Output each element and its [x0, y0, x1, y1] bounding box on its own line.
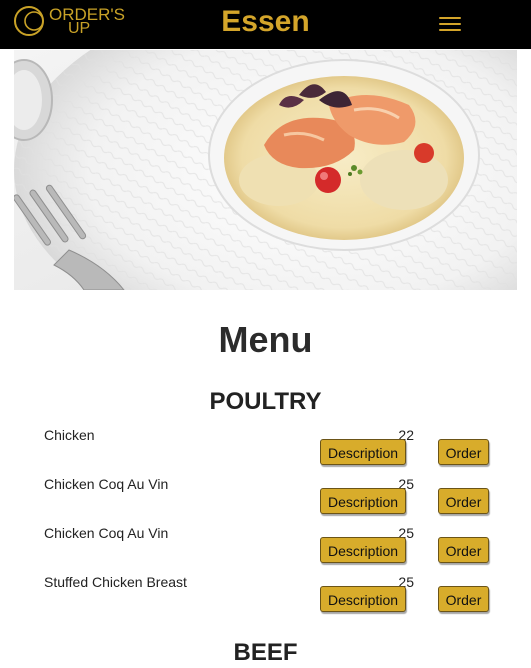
menu-item: Stuffed Chicken Breast 25 Description Or…	[0, 574, 531, 623]
item-name: Chicken Coq Au Vin	[44, 525, 169, 541]
page-title: Menu	[218, 319, 313, 360]
description-button[interactable]: Description	[320, 439, 406, 465]
item-name: Stuffed Chicken Breast	[44, 574, 187, 590]
dish-photo	[14, 50, 517, 290]
section-title-beef: BEEF	[233, 639, 298, 666]
order-button[interactable]: Order	[438, 586, 489, 612]
menu-item: Chicken 22 Description Order	[0, 427, 531, 476]
description-button[interactable]: Description	[320, 537, 406, 563]
order-button[interactable]: Order	[438, 439, 489, 465]
navbar: ORDER'S UP Essen	[0, 0, 531, 49]
menu-item: Chicken Coq Au Vin 25 Description Order	[0, 476, 531, 525]
hero-image	[14, 50, 517, 290]
description-button[interactable]: Description	[320, 586, 406, 612]
menu-item: Chicken Coq Au Vin 25 Description Order	[0, 525, 531, 574]
section-title-poultry: POULTRY	[209, 388, 322, 415]
order-button[interactable]: Order	[438, 488, 489, 514]
item-name: Chicken Coq Au Vin	[44, 476, 169, 492]
item-name: Chicken	[44, 427, 95, 443]
order-button[interactable]: Order	[438, 537, 489, 563]
description-button[interactable]: Description	[320, 488, 406, 514]
hamburger-menu-icon[interactable]	[434, 13, 466, 35]
